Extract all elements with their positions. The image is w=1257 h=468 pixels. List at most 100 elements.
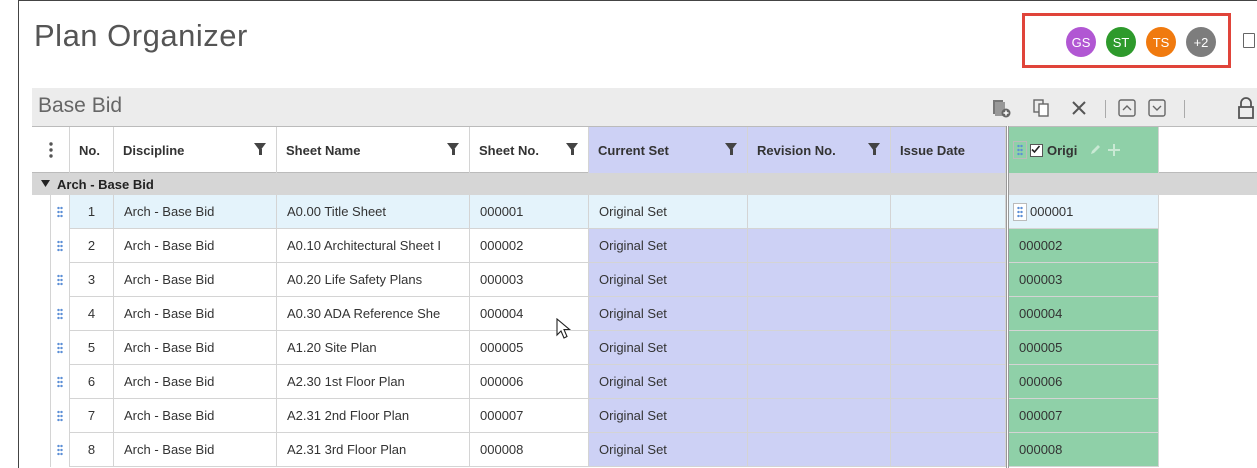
cell-original[interactable]: 000003 <box>1009 263 1159 297</box>
cell-current-set[interactable]: Original Set <box>589 433 748 467</box>
column-splitter[interactable] <box>1006 126 1009 468</box>
cell-revision-no[interactable] <box>748 365 891 399</box>
column-checkbox[interactable] <box>1030 143 1043 157</box>
filter-icon[interactable] <box>725 143 737 155</box>
cell-no[interactable]: 5 <box>70 331 114 365</box>
drag-handle-icon[interactable] <box>50 263 70 297</box>
drag-handle-icon[interactable] <box>57 274 63 286</box>
cell-current-set[interactable]: Original Set <box>589 331 748 365</box>
cell-revision-no[interactable] <box>748 263 891 297</box>
cell-sheet-name[interactable]: A2.31 3rd Floor Plan <box>277 433 470 467</box>
cell-no[interactable]: 7 <box>70 399 114 433</box>
cell-discipline[interactable]: Arch - Base Bid <box>114 331 277 365</box>
cell-sheet-name[interactable]: A0.20 Life Safety Plans <box>277 263 470 297</box>
filter-icon[interactable] <box>447 143 459 155</box>
expand-icon[interactable] <box>1146 97 1168 119</box>
cell-revision-no[interactable] <box>748 331 891 365</box>
cell-discipline[interactable]: Arch - Base Bid <box>114 263 277 297</box>
drag-handle-icon[interactable] <box>57 240 63 252</box>
column-header-revision-no[interactable]: Revision No. <box>748 127 891 173</box>
drag-handle-icon[interactable] <box>50 195 70 229</box>
cell-issue-date[interactable] <box>891 365 1006 399</box>
cell-original[interactable]: 000004 <box>1009 297 1159 331</box>
cell-no[interactable]: 8 <box>70 433 114 467</box>
cell-original[interactable]: 000005 <box>1009 331 1159 365</box>
cell-current-set[interactable]: Original Set <box>589 399 748 433</box>
table-row[interactable]: 5 Arch - Base Bid A1.20 Site Plan 000005 Ori… <box>32 331 1257 365</box>
user-avatar[interactable]: TS <box>1146 27 1176 57</box>
cell-sheet-name[interactable]: A1.20 Site Plan <box>277 331 470 365</box>
drag-handle-icon[interactable] <box>57 376 63 388</box>
drag-handle-icon[interactable] <box>50 297 70 331</box>
user-avatar[interactable]: GS <box>1066 27 1096 57</box>
cell-sheet-name[interactable]: A0.30 ADA Reference She <box>277 297 470 331</box>
filter-icon[interactable] <box>566 143 578 155</box>
cell-no[interactable]: 2 <box>70 229 114 263</box>
cell-issue-date[interactable] <box>891 297 1006 331</box>
cell-original[interactable]: 000006 <box>1009 365 1159 399</box>
cell-sheet-no[interactable]: 000007 <box>470 399 589 433</box>
column-header-discipline[interactable]: Discipline <box>114 127 277 173</box>
table-row[interactable]: 8 Arch - Base Bid A2.31 3rd Floor Plan 0000… <box>32 433 1257 467</box>
drag-handle-icon[interactable] <box>57 308 63 320</box>
cell-issue-date[interactable] <box>891 195 1006 229</box>
filter-icon[interactable] <box>868 143 880 155</box>
cell-original[interactable]: 000008 <box>1009 433 1159 467</box>
cell-sheet-no[interactable]: 000006 <box>470 365 589 399</box>
cell-revision-no[interactable] <box>748 229 891 263</box>
cell-no[interactable]: 3 <box>70 263 114 297</box>
cell-revision-no[interactable] <box>748 399 891 433</box>
copy-icon[interactable] <box>1030 97 1052 119</box>
cell-discipline[interactable]: Arch - Base Bid <box>114 229 277 263</box>
drag-handle-icon[interactable] <box>57 206 63 218</box>
column-header-no[interactable]: No. <box>70 127 114 173</box>
cell-discipline[interactable]: Arch - Base Bid <box>114 399 277 433</box>
group-row[interactable]: Arch - Base Bid <box>32 173 1257 195</box>
drag-handle-icon[interactable] <box>50 433 70 467</box>
column-header-sheet-no[interactable]: Sheet No. <box>470 127 589 173</box>
table-row[interactable]: 3 Arch - Base Bid A0.20 Life Safety Plans 0… <box>32 263 1257 297</box>
cell-sheet-no[interactable]: 000003 <box>470 263 589 297</box>
cell-discipline[interactable]: Arch - Base Bid <box>114 433 277 467</box>
cell-sheet-no[interactable]: 000008 <box>470 433 589 467</box>
cell-sheet-no[interactable]: 000002 <box>470 229 589 263</box>
cell-sheet-name[interactable]: A0.10 Architectural Sheet I <box>277 229 470 263</box>
drag-handle-icon[interactable] <box>50 229 70 263</box>
add-column-icon[interactable] <box>1107 143 1121 157</box>
table-row[interactable]: 6 Arch - Base Bid A2.30 1st Floor Plan 0000… <box>32 365 1257 399</box>
cell-discipline[interactable]: Arch - Base Bid <box>114 195 277 229</box>
cell-sheet-no[interactable]: 000001 <box>470 195 589 229</box>
collapse-group-icon[interactable] <box>41 180 50 188</box>
column-header-current-set[interactable]: Current Set <box>589 127 748 173</box>
cell-revision-no[interactable] <box>748 433 891 467</box>
cell-no[interactable]: 4 <box>70 297 114 331</box>
row-menu-icon[interactable] <box>32 127 70 173</box>
edit-icon[interactable] <box>1089 144 1101 156</box>
lock-icon[interactable] <box>1236 97 1256 119</box>
drag-handle-icon[interactable] <box>50 399 70 433</box>
cell-discipline[interactable]: Arch - Base Bid <box>114 297 277 331</box>
cell-original[interactable]: 000001 <box>1009 195 1159 229</box>
filter-icon[interactable] <box>254 143 266 155</box>
cell-discipline[interactable]: Arch - Base Bid <box>114 365 277 399</box>
cell-current-set[interactable]: Original Set <box>589 263 748 297</box>
cell-current-set[interactable]: Original Set <box>589 297 748 331</box>
cell-revision-no[interactable] <box>748 297 891 331</box>
cell-sheet-name[interactable]: A2.30 1st Floor Plan <box>277 365 470 399</box>
document-icon[interactable] <box>1243 33 1255 48</box>
table-row[interactable]: 2 Arch - Base Bid A0.10 Architectural Shee… <box>32 229 1257 263</box>
cell-issue-date[interactable] <box>891 331 1006 365</box>
column-header-issue-date[interactable]: Issue Date <box>891 127 1006 173</box>
cell-no[interactable]: 6 <box>70 365 114 399</box>
cell-issue-date[interactable] <box>891 433 1006 467</box>
cell-sheet-name[interactable]: A0.00 Title Sheet <box>277 195 470 229</box>
cell-revision-no[interactable] <box>748 195 891 229</box>
cell-current-set[interactable]: Original Set <box>589 195 748 229</box>
cell-sheet-name[interactable]: A2.31 2nd Floor Plan <box>277 399 470 433</box>
cell-issue-date[interactable] <box>891 263 1006 297</box>
table-row[interactable]: 4 Arch - Base Bid A0.30 ADA Reference She 0… <box>32 297 1257 331</box>
column-header-original[interactable]: Origi <box>1009 127 1159 173</box>
collapse-icon[interactable] <box>1116 97 1138 119</box>
cell-issue-date[interactable] <box>891 229 1006 263</box>
table-row[interactable]: 7 Arch - Base Bid A2.31 2nd Floor Plan 0000… <box>32 399 1257 433</box>
